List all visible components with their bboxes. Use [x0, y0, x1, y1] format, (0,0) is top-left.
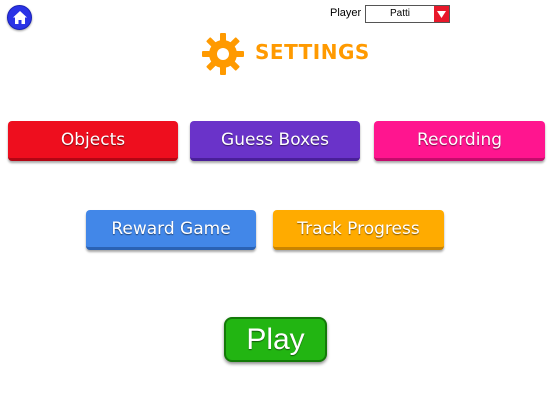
guess-boxes-button[interactable]: Guess Boxes: [190, 121, 360, 161]
objects-button[interactable]: Objects: [8, 121, 178, 161]
dropdown-arrow-icon[interactable]: [434, 6, 449, 22]
gear-icon: [202, 33, 244, 75]
recording-button[interactable]: Recording: [374, 121, 545, 161]
home-button[interactable]: [7, 5, 32, 30]
player-selected-value: Patti: [389, 8, 410, 19]
play-button[interactable]: Play: [224, 317, 327, 362]
player-dropdown[interactable]: Patti: [365, 5, 450, 23]
reward-game-button[interactable]: Reward Game: [86, 210, 256, 250]
page-title: SETTINGS: [255, 40, 370, 64]
track-progress-button[interactable]: Track Progress: [273, 210, 444, 250]
home-icon: [12, 11, 27, 24]
player-label: Player: [330, 7, 362, 19]
